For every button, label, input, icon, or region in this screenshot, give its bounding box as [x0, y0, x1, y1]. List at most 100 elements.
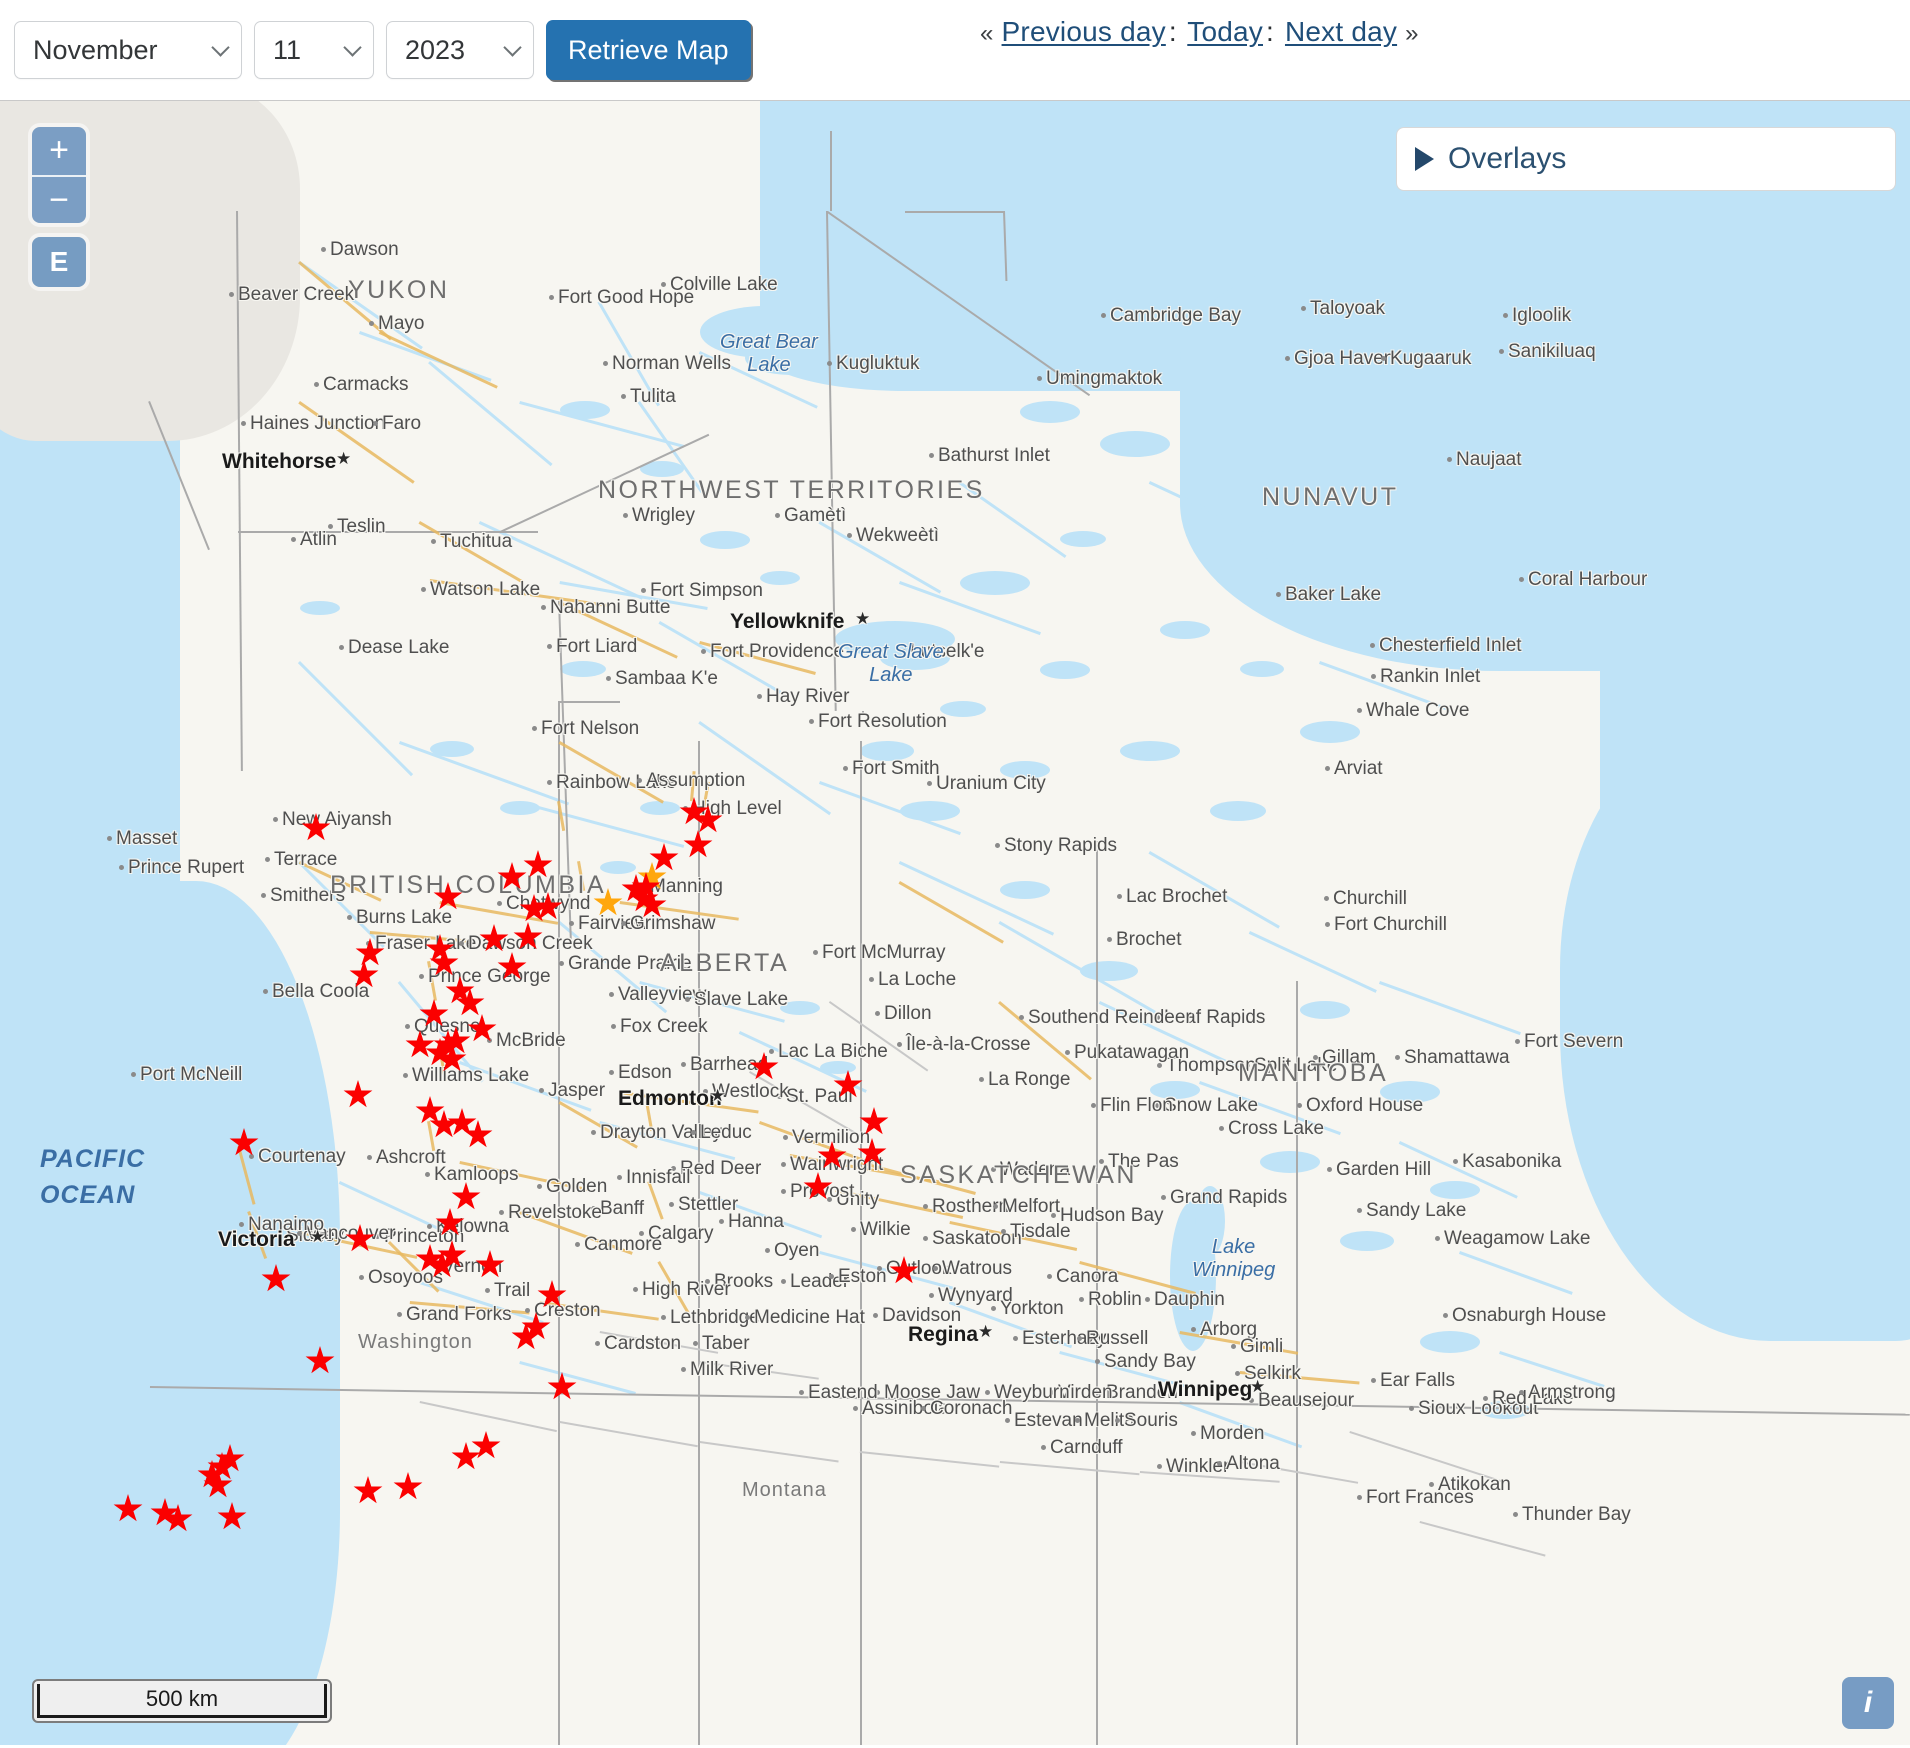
place-dot-icon [1157, 1063, 1162, 1068]
map-canvas[interactable]: Dawson Beaver Creek Mayo Carmacks Haines Jun… [0, 101, 1910, 1745]
lake-shape [1420, 1331, 1480, 1353]
place-dot-icon [591, 1206, 596, 1211]
zoom-in-button[interactable]: + [32, 127, 86, 175]
lake-shape [860, 741, 914, 761]
place-dot-icon [1117, 894, 1122, 899]
place-dot-icon [923, 1204, 928, 1209]
place-dot-icon [229, 292, 234, 297]
place-dot-icon [985, 1390, 990, 1395]
place-dot-icon [995, 843, 1000, 848]
place-dot-icon [933, 1266, 938, 1271]
place-dot-icon [1297, 1103, 1302, 1108]
place-dot-icon [1155, 1015, 1160, 1020]
map-viewport[interactable]: Dawson Beaver Creek Mayo Carmacks Haines Jun… [0, 100, 1910, 1745]
place-dot-icon [1285, 356, 1290, 361]
next-day-link[interactable]: Next day [1285, 16, 1397, 47]
zoom-control[interactable]: + − [32, 127, 86, 223]
place-dot-icon [485, 1288, 490, 1293]
place-dot-icon [781, 1279, 786, 1284]
year-select-value: 2023 [405, 34, 466, 65]
place-dot-icon [639, 1231, 644, 1236]
month-select-value: November [33, 34, 158, 65]
map-line [830, 131, 832, 211]
place-dot-icon [403, 1073, 408, 1078]
lake-shape [300, 601, 340, 615]
place-dot-icon [875, 1011, 880, 1016]
place-dot-icon [525, 1308, 530, 1313]
place-dot-icon [703, 1089, 708, 1094]
place-dot-icon [927, 781, 932, 786]
place-dot-icon [847, 533, 852, 538]
place-dot-icon [641, 588, 646, 593]
place-dot-icon [609, 992, 614, 997]
place-dot-icon [405, 1024, 410, 1029]
day-select[interactable]: 11 [254, 21, 374, 79]
year-select[interactable]: 2023 [386, 21, 534, 79]
lake-shape [1300, 1001, 1350, 1019]
lake-shape [560, 661, 606, 677]
lake-shape [1120, 741, 1180, 761]
place-dot-icon [929, 1293, 934, 1298]
place-dot-icon [1145, 1297, 1150, 1302]
scale-bar: 500 km [32, 1679, 332, 1723]
place-dot-icon [843, 766, 848, 771]
place-dot-icon [1499, 349, 1504, 354]
place-dot-icon [1357, 708, 1362, 713]
place-dot-icon [1155, 1103, 1160, 1108]
place-dot-icon [1453, 1159, 1458, 1164]
place-dot-icon [901, 649, 906, 654]
lake-shape [1150, 1081, 1200, 1099]
overlays-panel[interactable]: Overlays [1396, 127, 1896, 191]
place-dot-icon [367, 1155, 372, 1160]
today-link[interactable]: Today [1187, 16, 1263, 47]
place-dot-icon [421, 587, 426, 592]
place-dot-icon [681, 1062, 686, 1067]
zoom-out-button[interactable]: − [32, 175, 86, 223]
place-dot-icon [239, 1222, 244, 1227]
overlays-toggle[interactable]: Overlays [1415, 142, 1877, 176]
lake-shape [1430, 1181, 1480, 1199]
day-navigation: « Previous day: Today: Next day » [980, 16, 1419, 48]
place-dot-icon [1077, 1336, 1082, 1341]
place-dot-icon [1091, 1103, 1096, 1108]
place-dot-icon [1191, 1327, 1196, 1332]
place-dot-icon [1301, 306, 1306, 311]
lake-shape [1160, 621, 1210, 639]
place-dot-icon [1371, 674, 1376, 679]
month-select[interactable]: November [14, 21, 242, 79]
place-dot-icon [869, 977, 874, 982]
place-dot-icon [1245, 1063, 1250, 1068]
place-dot-icon [1435, 1236, 1440, 1241]
lake-shape [900, 801, 960, 821]
place-dot-icon [897, 1042, 902, 1047]
lake-shape [960, 571, 1030, 595]
place-dot-icon [1313, 1055, 1318, 1060]
place-dot-icon [249, 1154, 254, 1159]
place-dot-icon [1395, 1055, 1400, 1060]
place-dot-icon [1503, 313, 1508, 318]
place-dot-icon [261, 893, 266, 898]
place-dot-icon [595, 1341, 600, 1346]
place-dot-icon [851, 1227, 856, 1232]
next-guillemet-icon: » [1405, 20, 1419, 47]
info-button[interactable]: i [1842, 1677, 1894, 1729]
place-dot-icon [873, 1313, 878, 1318]
place-dot-icon [813, 950, 818, 955]
place-dot-icon [263, 989, 268, 994]
place-dot-icon [537, 1184, 542, 1189]
water-arctic-east [1180, 251, 1910, 671]
place-dot-icon [809, 719, 814, 724]
lake-shape [1080, 961, 1138, 981]
place-dot-icon [661, 282, 666, 287]
retrieve-map-button[interactable]: Retrieve Map [546, 20, 751, 80]
lake-shape [1240, 531, 1294, 551]
place-dot-icon [799, 1390, 804, 1395]
previous-day-link[interactable]: Previous day [1002, 16, 1166, 47]
place-dot-icon [339, 645, 344, 650]
chevron-down-icon [211, 38, 230, 57]
place-dot-icon [991, 1306, 996, 1311]
place-dot-icon [1370, 643, 1375, 648]
place-dot-icon [119, 865, 124, 870]
full-extent-button[interactable]: E [32, 237, 86, 287]
lake-shape [745, 341, 840, 375]
